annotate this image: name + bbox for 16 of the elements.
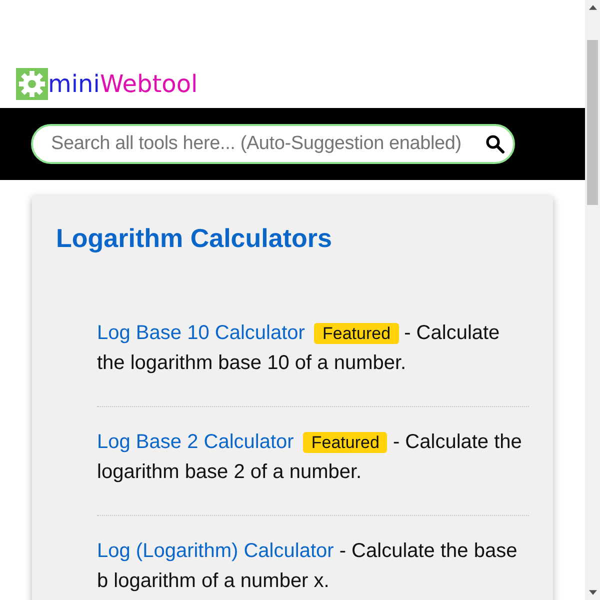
scrollbar[interactable] bbox=[585, 0, 600, 600]
site-logo-text[interactable]: miniWebtool bbox=[48, 68, 198, 100]
scroll-up-icon[interactable] bbox=[588, 5, 596, 10]
tool-description: Log (Logarithm) Calculator - Calculate the base b logarithm of a number x. bbox=[97, 539, 518, 594]
featured-badge: Featured bbox=[303, 432, 388, 453]
tool-link[interactable]: Log Base 10 Calculator bbox=[97, 322, 305, 344]
tool-link[interactable]: Log Base 2 Calculator bbox=[97, 431, 294, 453]
search-field[interactable]: Search all tools here... (Auto-Suggestion enabled) bbox=[31, 124, 515, 164]
tool-link[interactable]: Log (Logarithm) Calculator bbox=[97, 540, 334, 562]
featured-badge: Featured bbox=[314, 323, 399, 344]
tool-description: Log Base 2 Calculator Featured - Calculate the logarithm base 2 of a number. bbox=[97, 430, 523, 485]
search-icon[interactable] bbox=[485, 134, 505, 154]
tool-description: Log Base 10 Calculator Featured - Calculate the logarithm base 10 of a number. bbox=[97, 321, 501, 376]
section-heading: Logarithm Calculators bbox=[56, 222, 333, 254]
scroll-down-icon[interactable] bbox=[588, 590, 596, 595]
scroll-thumb[interactable] bbox=[587, 40, 598, 205]
